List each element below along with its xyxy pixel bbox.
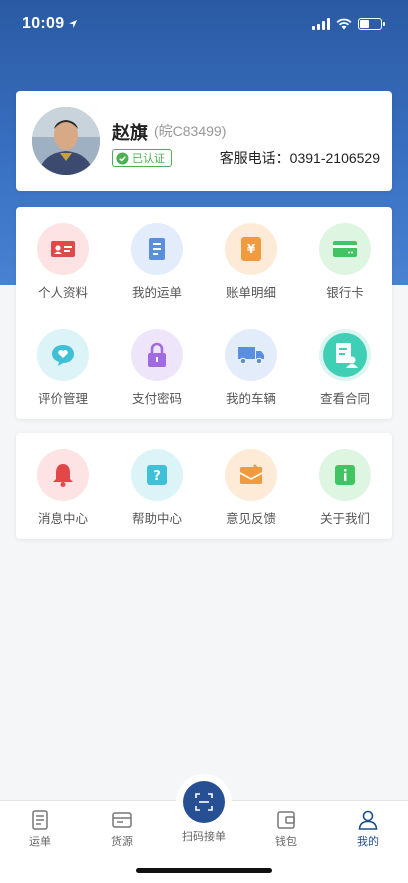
tab-waybill-label: 运单 (29, 836, 51, 848)
contract-icon (319, 329, 371, 381)
menu-item-label: 我的车辆 (225, 392, 276, 406)
menu-item-feedback[interactable]: 意见反馈 (204, 449, 298, 553)
menu-item-label: 账单明细 (225, 286, 276, 300)
verified-label: 已认证 (132, 153, 165, 165)
tab-waybill[interactable]: 运单 (10, 809, 70, 849)
info-icon (319, 449, 371, 501)
menu-item-label: 银行卡 (326, 286, 364, 300)
menu-item-bell[interactable]: 消息中心 (16, 449, 110, 553)
tab-goods-label: 货源 (111, 836, 133, 848)
id-card-icon (37, 223, 89, 275)
clock: 10:09 (22, 15, 65, 32)
menu-item-label: 关于我们 (319, 512, 370, 526)
menu-item-label: 我的运单 (131, 286, 182, 300)
menu-item-id-card[interactable]: 个人资料 (16, 223, 110, 329)
menu-item-label: 支付密码 (131, 392, 182, 406)
document-icon (131, 223, 183, 275)
wallet-icon (277, 811, 295, 829)
menu-item-label: 评价管理 (37, 392, 88, 406)
goods-icon (112, 812, 132, 828)
menu-card-account: 个人资料 我的运单 ¥ 账单明细 银行卡评价管理 支付密码 我的车辆 查看合同 (16, 207, 392, 419)
menu-item-info[interactable]: 关于我们 (298, 449, 392, 553)
menu-item-document[interactable]: 我的运单 (110, 223, 204, 329)
menu-item-contract[interactable]: 查看合同 (298, 329, 392, 435)
scan-order-label[interactable]: 扫码接单 (170, 828, 238, 844)
wifi-icon (336, 18, 352, 30)
svg-text:?: ? (153, 469, 161, 484)
bell-icon (37, 449, 89, 501)
feedback-icon (225, 449, 277, 501)
location-arrow-icon (69, 20, 78, 28)
menu-item-bill[interactable]: ¥ 账单明细 (204, 223, 298, 329)
license-plate: (皖C83499) (154, 123, 227, 139)
home-indicator (136, 868, 272, 873)
tab-goods[interactable]: 货源 (92, 809, 152, 849)
menu-item-lock[interactable]: 支付密码 (110, 329, 204, 435)
lock-icon (131, 329, 183, 381)
scan-order-button[interactable] (183, 781, 225, 823)
menu-card-support: 消息中心? 帮助中心 意见反馈 关于我们 (16, 433, 392, 539)
tab-mine[interactable]: 我的 (338, 809, 398, 849)
chat-bubble-icon (37, 329, 89, 381)
verified-check-icon (116, 151, 129, 165)
scan-icon (195, 793, 213, 811)
waybill-icon (32, 810, 48, 830)
bank-card-icon (319, 223, 371, 275)
avatar[interactable] (32, 107, 100, 175)
menu-item-chat-bubble[interactable]: 评价管理 (16, 329, 110, 435)
svg-text:¥: ¥ (247, 242, 256, 256)
profile-card[interactable]: 赵旗 (皖C83499) 已认证 客服电话：0391-2106529 (16, 91, 392, 191)
menu-item-label: 个人资料 (37, 286, 88, 300)
menu-item-label: 查看合同 (319, 392, 370, 406)
cellular-signal-icon (312, 18, 330, 30)
menu-item-label: 消息中心 (37, 512, 88, 526)
menu-item-truck[interactable]: 我的车辆 (204, 329, 298, 435)
menu-item-bank-card[interactable]: 银行卡 (298, 223, 392, 329)
status-bar: 10:09 (0, 0, 408, 48)
menu-item-help[interactable]: ? 帮助中心 (110, 449, 204, 553)
battery-icon (358, 18, 385, 30)
menu-item-label: 帮助中心 (131, 512, 182, 526)
tab-wallet-label: 钱包 (275, 836, 297, 848)
tab-mine-label: 我的 (357, 836, 379, 848)
verified-badge: 已认证 (112, 149, 172, 167)
user-icon (358, 810, 378, 830)
tab-wallet[interactable]: 钱包 (256, 809, 316, 849)
driver-name: 赵旗 (112, 123, 148, 143)
status-time: 10:09 (22, 15, 78, 33)
service-phone[interactable]: 客服电话：0391-2106529 (220, 148, 380, 168)
truck-icon (225, 329, 277, 381)
bill-icon: ¥ (225, 223, 277, 275)
help-icon: ? (131, 449, 183, 501)
menu-item-label: 意见反馈 (225, 512, 276, 526)
